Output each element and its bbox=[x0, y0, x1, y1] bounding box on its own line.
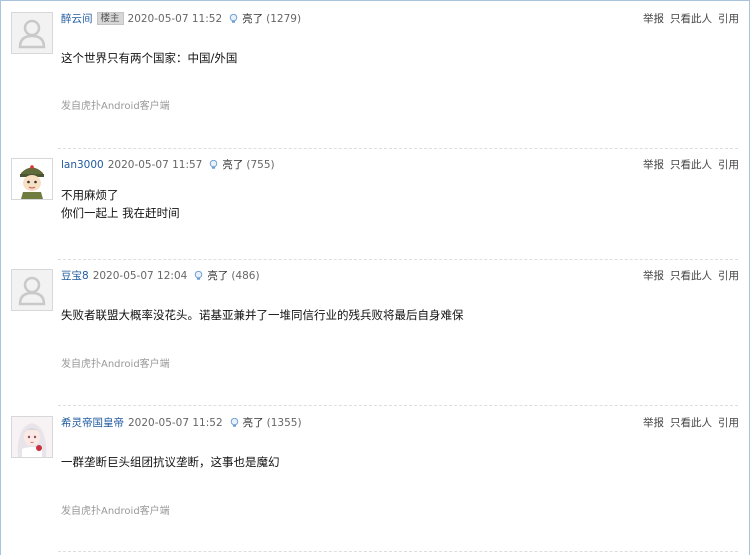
post-divider bbox=[58, 148, 738, 149]
post-time: 2020-05-07 12:04 bbox=[92, 270, 188, 282]
light-button[interactable]: 亮了 bbox=[207, 270, 228, 282]
post-meta: 希灵帝国皇帝 2020-05-07 11:52 亮了 (1355) bbox=[61, 416, 302, 430]
post-actions: 举报 只看此人 引用 bbox=[637, 416, 739, 430]
post-divider bbox=[58, 551, 738, 552]
light-button[interactable]: 亮了 bbox=[243, 417, 264, 429]
post-actions: 举报 只看此人 引用 bbox=[637, 269, 739, 283]
post-divider bbox=[58, 405, 738, 406]
lightbulb-icon[interactable] bbox=[208, 159, 219, 170]
only-this-user-link[interactable]: 只看此人 bbox=[670, 270, 712, 282]
light-count: (1355) bbox=[266, 417, 302, 429]
username-link[interactable]: 豆宝8 bbox=[61, 270, 89, 282]
lightbulb-icon[interactable] bbox=[229, 417, 240, 428]
post-time: 2020-05-07 11:52 bbox=[128, 417, 223, 429]
post-time: 2020-05-07 11:52 bbox=[127, 13, 223, 25]
frame-top-border bbox=[0, 0, 750, 1]
post-source: 发自虎扑Android客户端 bbox=[61, 359, 170, 370]
report-link[interactable]: 举报 bbox=[643, 159, 664, 171]
post-time: 2020-05-07 11:57 bbox=[107, 159, 203, 171]
report-link[interactable]: 举报 bbox=[643, 13, 664, 25]
post-actions: 举报 只看此人 引用 bbox=[637, 12, 739, 26]
default-avatar-icon[interactable] bbox=[11, 12, 53, 54]
post-source: 发自虎扑Android客户端 bbox=[61, 101, 170, 112]
content-line: 不用麻烦了 bbox=[61, 188, 119, 202]
post-meta: 豆宝8 2020-05-07 12:04 亮了 (486) bbox=[61, 269, 260, 283]
post-content: 失败者联盟大概率没花头。诺基亚兼并了一堆同信行业的残兵败将最后自身难保 bbox=[61, 306, 464, 324]
light-button[interactable]: 亮了 bbox=[242, 13, 263, 25]
post-divider bbox=[58, 259, 738, 260]
light-count: (755) bbox=[246, 159, 275, 171]
quote-link[interactable]: 引用 bbox=[718, 270, 739, 282]
only-this-user-link[interactable]: 只看此人 bbox=[670, 417, 712, 429]
default-avatar-icon[interactable] bbox=[11, 269, 53, 311]
content-line: 失败者联盟大概率没花头。诺基亚兼并了一堆同信行业的残兵败将最后自身难保 bbox=[61, 308, 464, 322]
quote-link[interactable]: 引用 bbox=[718, 417, 739, 429]
content-line: 你们一起上 我在赶时间 bbox=[61, 206, 180, 220]
post-actions: 举报 只看此人 引用 bbox=[637, 158, 739, 172]
report-link[interactable]: 举报 bbox=[643, 417, 664, 429]
username-link[interactable]: lan3000 bbox=[61, 159, 104, 171]
op-badge: 楼主 bbox=[96, 12, 124, 25]
post-content: 这个世界只有两个国家：中国/外国 bbox=[61, 49, 237, 67]
light-count: (1279) bbox=[266, 13, 302, 25]
lightbulb-icon[interactable] bbox=[193, 270, 204, 281]
post-content: 不用麻烦了 你们一起上 我在赶时间 bbox=[61, 186, 180, 222]
post-meta: 醉云间 楼主 2020-05-07 11:52 亮了 (1279) bbox=[61, 12, 301, 26]
frame-left-border bbox=[0, 0, 1, 555]
username-link[interactable]: 醉云间 bbox=[61, 13, 93, 25]
post-source: 发自虎扑Android客户端 bbox=[61, 506, 170, 517]
post-content: 一群垄断巨头组团抗议垄断，这事也是魔幻 bbox=[61, 453, 280, 471]
only-this-user-link[interactable]: 只看此人 bbox=[670, 13, 712, 25]
anime-girl-avatar-icon[interactable] bbox=[11, 416, 53, 458]
content-line: 这个世界只有两个国家：中国/外国 bbox=[61, 51, 238, 65]
light-count: (486) bbox=[231, 270, 260, 282]
post-meta: lan3000 2020-05-07 11:57 亮了 (755) bbox=[61, 158, 275, 172]
report-link[interactable]: 举报 bbox=[643, 270, 664, 282]
only-this-user-link[interactable]: 只看此人 bbox=[670, 159, 712, 171]
quote-link[interactable]: 引用 bbox=[718, 159, 739, 171]
username-link[interactable]: 希灵帝国皇帝 bbox=[61, 417, 124, 429]
content-line: 一群垄断巨头组团抗议垄断，这事也是魔幻 bbox=[61, 455, 280, 469]
light-button[interactable]: 亮了 bbox=[222, 159, 243, 171]
quote-link[interactable]: 引用 bbox=[718, 13, 739, 25]
soldier-avatar-icon[interactable] bbox=[11, 158, 53, 200]
lightbulb-icon[interactable] bbox=[228, 13, 239, 24]
